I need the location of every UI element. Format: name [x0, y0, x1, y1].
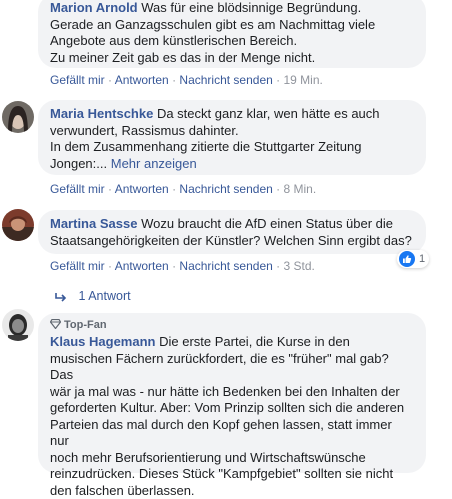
badge-label: Top-Fan — [64, 319, 107, 331]
comment-author[interactable]: Maria Hentschke — [50, 106, 153, 121]
like-link[interactable]: Gefällt mir — [50, 73, 105, 87]
reply-link[interactable]: Antworten — [115, 73, 169, 87]
comment-time[interactable]: 8 Min. — [283, 182, 316, 196]
comment-line: verwundert, Rassismus dahinter. — [50, 123, 414, 140]
diamond-icon — [50, 319, 61, 329]
reply-link[interactable]: Antworten — [115, 259, 169, 273]
reply-link[interactable]: Antworten — [115, 182, 169, 196]
comment-actions: Gefällt mir · Antworten · Nachricht send… — [50, 259, 315, 273]
comment-author[interactable]: Martina Sasse — [50, 216, 137, 231]
comment-line: wär ja mal was - nur hätte ich Bedenken … — [50, 384, 414, 401]
comment-line: Staatsangehörigkeiten der Künstler? Welc… — [50, 233, 414, 250]
comment-bubble: Marion Arnold Was für eine blödsinnige B… — [38, 0, 426, 68]
comment-actions: Gefällt mir · Antworten · Nachricht send… — [50, 73, 323, 87]
show-more-link[interactable]: Mehr anzeigen — [111, 156, 197, 171]
send-message-link[interactable]: Nachricht senden — [179, 259, 272, 273]
comment-actions: Gefällt mir · Antworten · Nachricht send… — [50, 182, 316, 196]
comment-author[interactable]: Marion Arnold — [50, 0, 138, 15]
comment-line: noch mehr Berufsorientierung und Wirtsch… — [50, 450, 414, 467]
reaction-summary[interactable]: 1 — [397, 250, 429, 268]
comment-line: Parteien das mal durch den Kopf gehen la… — [50, 417, 414, 450]
comment-author[interactable]: Klaus Hagemann — [50, 334, 155, 349]
comment-line: Angebote aus dem künstlerischen Bereich. — [50, 33, 414, 50]
comment-line: den falschen überlassen. — [50, 483, 414, 499]
reaction-count: 1 — [419, 253, 425, 265]
top-fan-badge: Top-Fan — [50, 318, 414, 332]
send-message-link[interactable]: Nachricht senden — [179, 73, 272, 87]
comment-line: Jongen:... — [50, 156, 107, 171]
reply-arrow-icon — [55, 292, 67, 302]
comment-line: musischen Fächern zurückfordert, die es … — [50, 351, 414, 384]
comment-bubble: Maria Hentschke Da steckt ganz klar, wen… — [38, 100, 426, 175]
comment-text: Wozu braucht die AfD einen Status über d… — [141, 216, 393, 231]
comment-line: geforderten Kultur. Aber: Vom Prinzip so… — [50, 400, 414, 417]
comment-time[interactable]: 19 Min. — [283, 73, 322, 87]
avatar[interactable] — [2, 309, 34, 341]
comment-bubble: Top-Fan Klaus Hagemann Die erste Partei,… — [38, 313, 426, 473]
comment-text: Die erste Partei, die Kurse in den — [159, 334, 350, 349]
comment-bubble: Martina Sasse Wozu braucht die AfD einen… — [38, 210, 426, 254]
like-link[interactable]: Gefällt mir — [50, 182, 105, 196]
like-reaction-icon — [399, 251, 415, 267]
comment-line: In dem Zusammenhang zitierte die Stuttga… — [50, 139, 414, 156]
comment-line: Zu meiner Zeit gab es das in der Menge n… — [50, 50, 414, 67]
view-replies-link[interactable]: 1 Antwort — [55, 289, 131, 303]
comment-line: reinzudrücken. Dieses Stück "Kampfgebiet… — [50, 466, 414, 483]
avatar[interactable] — [2, 209, 34, 241]
avatar[interactable] — [2, 101, 34, 133]
comment-time[interactable]: 3 Std. — [283, 259, 314, 273]
like-link[interactable]: Gefällt mir — [50, 259, 105, 273]
send-message-link[interactable]: Nachricht senden — [179, 182, 272, 196]
comment-text: Da steckt ganz klar, wen hätte es auch — [157, 106, 380, 121]
comment-text: Was für eine blödsinnige Begründung. — [141, 0, 361, 15]
comment-line: Gerade an Ganzagsschulen gibt es am Nach… — [50, 17, 414, 34]
replies-count-label: 1 Antwort — [78, 289, 130, 303]
